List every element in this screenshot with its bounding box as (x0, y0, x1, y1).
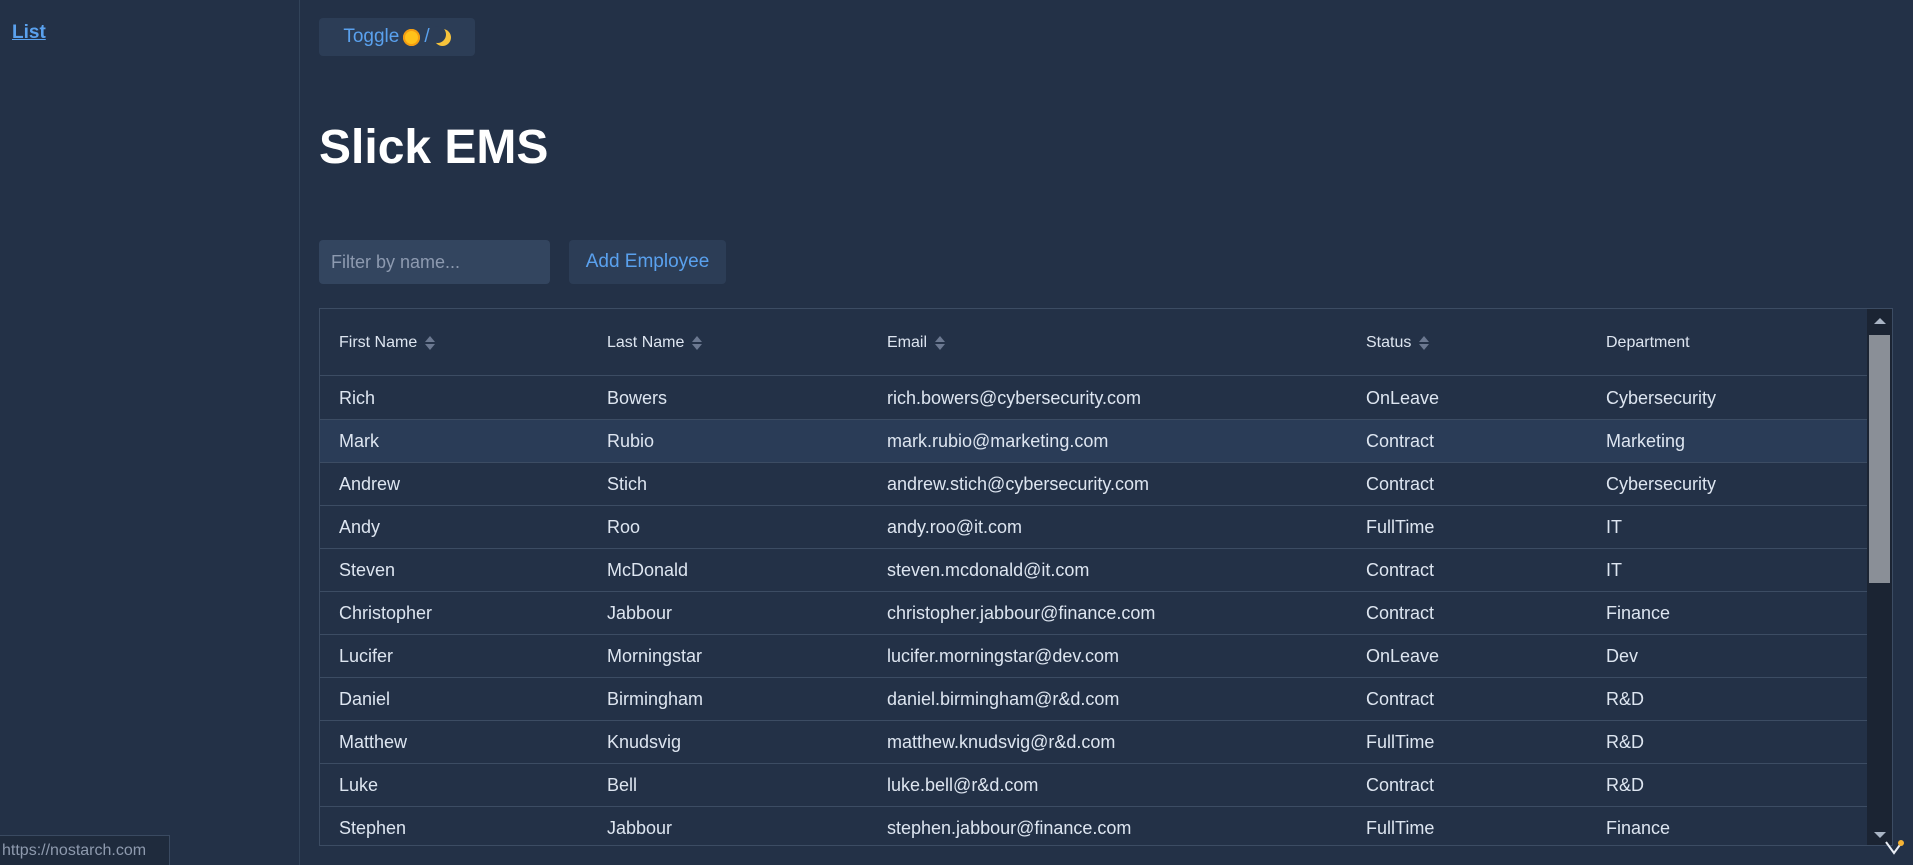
filter-input[interactable] (319, 240, 550, 284)
cell-department: R&D (1606, 775, 1645, 795)
sort-icon[interactable] (935, 335, 946, 350)
moon-icon (428, 25, 451, 46)
cell-email: matthew.knudsvig@r&d.com (887, 732, 1116, 752)
table-row[interactable]: Andy Roo andy.roo@it.com FullTime IT (320, 506, 1867, 549)
cell-department: Cybersecurity (1606, 474, 1717, 494)
header-label: First Name (339, 333, 418, 351)
header-last-name[interactable]: Last Name (607, 309, 703, 376)
cell-last-name: Jabbour (607, 603, 673, 623)
cell-department: Finance (1606, 818, 1671, 838)
cell-first-name: Mark (339, 431, 379, 451)
cell-last-name: Bowers (607, 388, 668, 408)
sort-icon[interactable] (1419, 335, 1430, 350)
cell-last-name: Knudsvig (607, 732, 682, 752)
cell-last-name: Birmingham (607, 689, 704, 709)
status-bar-url: https://nostarch.com (0, 835, 170, 865)
table-body: Rich Bowers rich.bowers@cybersecurity.com O… (320, 377, 1867, 845)
header-label: Department (1606, 333, 1690, 351)
cell-first-name: Steven (339, 560, 396, 580)
cell-status: Contract (1366, 560, 1435, 580)
cell-department: Finance (1606, 603, 1671, 623)
cell-email: stephen.jabbour@finance.com (887, 818, 1132, 838)
cell-last-name: Rubio (607, 431, 655, 451)
cell-last-name: Roo (607, 517, 641, 537)
table-row[interactable]: Andrew Stich andrew.stich@cybersecurity.co… (320, 463, 1867, 506)
cell-first-name: Luke (339, 775, 379, 795)
cell-status: OnLeave (1366, 388, 1440, 408)
cell-department: R&D (1606, 689, 1645, 709)
cell-department: Marketing (1606, 431, 1686, 451)
cell-first-name: Matthew (339, 732, 408, 752)
table-row[interactable]: Christopher Jabbour christopher.jabbour@fi… (320, 592, 1867, 635)
scroll-up-arrow-icon[interactable] (1867, 309, 1892, 333)
cell-email: daniel.birmingham@r&d.com (887, 689, 1120, 709)
cell-status: OnLeave (1366, 646, 1440, 666)
cell-department: IT (1606, 517, 1622, 537)
table-row[interactable]: Steven McDonald steven.mcdonald@it.com Cont… (320, 549, 1867, 592)
cell-first-name: Christopher (339, 603, 433, 623)
app-root: List Toggle / Slick EMS Add Employee Fir… (0, 0, 1913, 865)
cell-first-name: Andy (339, 517, 381, 537)
cell-department: Dev (1606, 646, 1639, 666)
cell-first-name: Lucifer (339, 646, 394, 666)
header-email[interactable]: Email (887, 309, 946, 376)
theme-toggle-button[interactable]: Toggle / (319, 18, 475, 56)
cell-status: FullTime (1366, 818, 1435, 838)
sun-icon (403, 28, 421, 46)
scroll-thumb[interactable] (1869, 335, 1890, 583)
toggle-label: Toggle (343, 26, 400, 47)
header-label: Status (1366, 333, 1412, 351)
employee-table: First Name Last Name Email Status Depart… (319, 308, 1893, 846)
cell-email: luke.bell@r&d.com (887, 775, 1039, 795)
header-status[interactable]: Status (1366, 309, 1430, 376)
cell-email: steven.mcdonald@it.com (887, 560, 1090, 580)
table-row[interactable]: Luke Bell luke.bell@r&d.com Contract R&D (320, 764, 1867, 807)
cell-last-name: Jabbour (607, 818, 673, 838)
table-row[interactable]: Mark Rubio mark.rubio@marketing.com Contrac… (320, 420, 1867, 463)
cell-email: andy.roo@it.com (887, 517, 1022, 537)
cell-department: Cybersecurity (1606, 388, 1717, 408)
cell-status: FullTime (1366, 517, 1435, 537)
cell-status: Contract (1366, 689, 1435, 709)
cell-email: andrew.stich@cybersecurity.com (887, 474, 1150, 494)
cell-status: Contract (1366, 603, 1435, 623)
cell-first-name: Daniel (339, 689, 391, 709)
cell-email: christopher.jabbour@finance.com (887, 603, 1156, 623)
cell-first-name: Andrew (339, 474, 401, 494)
cell-email: mark.rubio@marketing.com (887, 431, 1109, 451)
table-row[interactable]: Rich Bowers rich.bowers@cybersecurity.com O… (320, 377, 1867, 420)
page-title: Slick EMS (319, 121, 549, 174)
header-label: Email (887, 333, 928, 351)
table-row[interactable]: Stephen Jabbour stephen.jabbour@finance.co… (320, 807, 1867, 845)
cell-department: R&D (1606, 732, 1645, 752)
cell-status: Contract (1366, 775, 1435, 795)
cell-department: IT (1606, 560, 1622, 580)
cell-first-name: Stephen (339, 818, 407, 838)
table-row[interactable]: Matthew Knudsvig matthew.knudsvig@r&d.com F… (320, 721, 1867, 764)
cell-first-name: Rich (339, 388, 376, 408)
cell-status: Contract (1366, 431, 1435, 451)
cell-last-name: Morningstar (607, 646, 703, 666)
extension-icon[interactable] (1883, 839, 1905, 857)
cell-status: FullTime (1366, 732, 1435, 752)
cell-status: Contract (1366, 474, 1435, 494)
cell-last-name: Bell (607, 775, 638, 795)
cell-email: lucifer.morningstar@dev.com (887, 646, 1120, 666)
cell-last-name: McDonald (607, 560, 689, 580)
table-row[interactable]: Lucifer Morningstar lucifer.morningstar@de… (320, 635, 1867, 678)
header-department: Department (1606, 309, 1690, 376)
cell-last-name: Stich (607, 474, 648, 494)
table-header: First Name Last Name Email Status Depart… (320, 309, 1867, 376)
cell-email: rich.bowers@cybersecurity.com (887, 388, 1142, 408)
sidebar: List (0, 0, 300, 865)
table-row[interactable]: Daniel Birmingham daniel.birmingham@r&d.co… (320, 678, 1867, 721)
add-employee-button[interactable]: Add Employee (569, 240, 726, 284)
sort-icon[interactable] (692, 335, 703, 350)
header-label: Last Name (607, 333, 685, 351)
sort-icon[interactable] (425, 335, 436, 350)
nav-link-list[interactable]: List (12, 22, 46, 44)
vertical-scrollbar[interactable] (1867, 309, 1892, 845)
header-first-name[interactable]: First Name (339, 309, 436, 376)
